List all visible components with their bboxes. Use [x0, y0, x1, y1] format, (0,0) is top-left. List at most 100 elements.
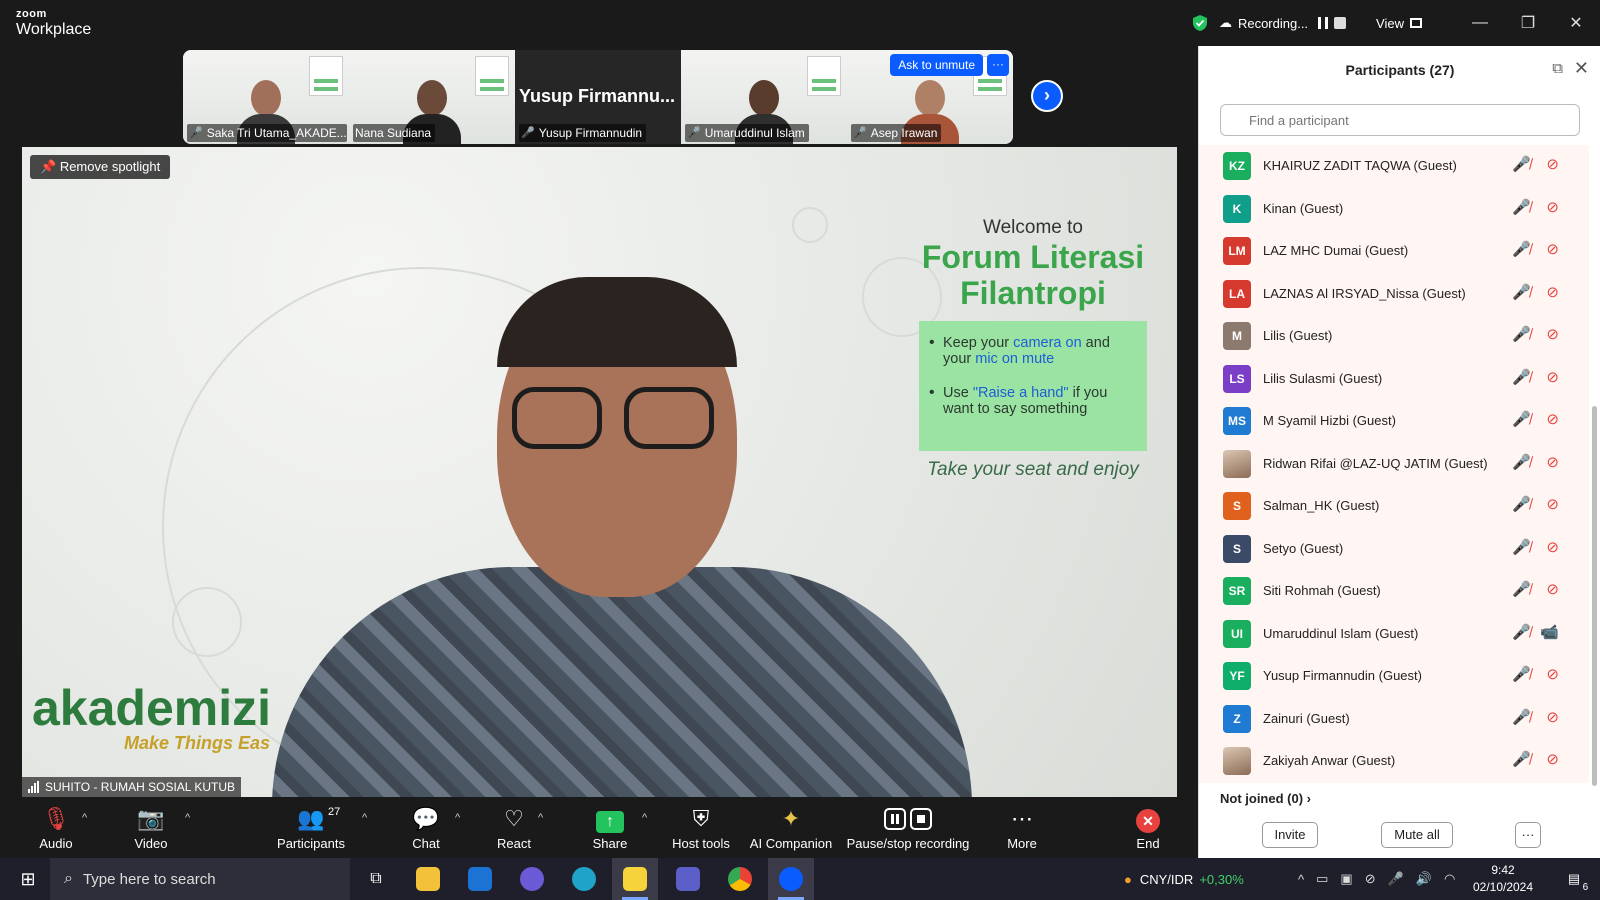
camera-on-icon[interactable]: 📹	[1540, 623, 1559, 641]
stop-recording-icon[interactable]	[1334, 17, 1347, 29]
pause-recording-icon[interactable]	[1318, 17, 1329, 29]
participant-row[interactable]: Zakiyah Anwar (Guest) 🎤̸ ⊘	[1199, 740, 1589, 783]
restore-button[interactable]: ❐	[1504, 0, 1552, 46]
wifi-icon[interactable]: ◠	[1444, 871, 1455, 887]
camera-off-icon[interactable]: ⊘	[1546, 325, 1559, 343]
video-button[interactable]: 📷 Video	[128, 804, 174, 856]
mic-muted-icon[interactable]: 🎤̸	[1512, 325, 1531, 343]
remove-spotlight-button[interactable]: 📌 Remove spotlight	[30, 155, 171, 179]
currency-widget[interactable]: ● CNY/IDR +0,30%	[1124, 858, 1244, 900]
camera-off-icon[interactable]: ⊘	[1546, 665, 1559, 683]
mic-muted-icon[interactable]: 🎤̸	[1512, 580, 1531, 598]
participant-row[interactable]: KZ KHAIRUZ ZADIT TAQWA (Guest) 🎤̸ ⊘	[1199, 145, 1589, 188]
encryption-shield-icon[interactable]	[1191, 14, 1209, 32]
camera-off-icon[interactable]: ⊘	[1546, 750, 1559, 768]
minimize-button[interactable]: —	[1456, 0, 1504, 46]
camera-off-icon[interactable]: ⊘	[1546, 580, 1559, 598]
participant-row[interactable]: Ridwan Rifai @LAZ-UQ JATIM (Guest) 🎤̸ ⊘	[1199, 442, 1589, 485]
mic-muted-icon[interactable]: 🎤̸	[1512, 453, 1531, 471]
mic-muted-icon[interactable]: 🎤̸	[1512, 708, 1531, 726]
camera-off-icon[interactable]: ⊘	[1546, 453, 1559, 471]
camera-off-icon[interactable]: ⊘	[1546, 410, 1559, 428]
video-thumbnail[interactable]: 🎤 Saka Tri Utama_AKADE...	[183, 50, 349, 144]
panel-more-button[interactable]: ···	[1515, 822, 1541, 848]
thumbnail-more-button[interactable]: ···	[987, 54, 1009, 76]
notifications-icon[interactable]: ▤ 6	[1556, 858, 1592, 900]
not-joined-section[interactable]: Not joined (0) ›	[1220, 791, 1311, 806]
participant-row[interactable]: UI Umaruddinul Islam (Guest) 🎤̸ 📹	[1199, 612, 1589, 655]
mic-muted-icon[interactable]: 🎤̸	[1512, 665, 1531, 683]
camera-off-icon[interactable]: ⊘	[1365, 871, 1376, 887]
task-view-icon[interactable]: ⧉	[358, 858, 394, 900]
participant-row[interactable]: K Kinan (Guest) 🎤̸ ⊘	[1199, 187, 1589, 230]
react-options-caret-icon[interactable]: ^	[538, 812, 543, 824]
mic-muted-icon[interactable]: 🎤̸	[1512, 538, 1531, 556]
video-thumbnail[interactable]: Nana Sudiana	[349, 50, 515, 144]
camera-off-icon[interactable]: ⊘	[1546, 708, 1559, 726]
more-button[interactable]: ⋯ More	[1002, 804, 1042, 856]
mic-muted-icon[interactable]: 🎤̸	[1512, 410, 1531, 428]
host-tools-button[interactable]: ⛨ Host tools	[670, 804, 732, 856]
copilot-icon[interactable]	[514, 858, 550, 900]
chat-button[interactable]: 💬 Chat	[408, 804, 444, 856]
mic-muted-icon[interactable]: 🎤̸	[1512, 283, 1531, 301]
mic-muted-icon[interactable]: 🎤̸	[1512, 750, 1531, 768]
camera-off-icon[interactable]: ⊘	[1546, 283, 1559, 301]
mic-muted-icon[interactable]: 🎤̸	[1512, 155, 1531, 173]
participant-row[interactable]: LM LAZ MHC Dumai (Guest) 🎤̸ ⊘	[1199, 230, 1589, 273]
camera-off-icon[interactable]: ⊘	[1546, 495, 1559, 513]
participant-row[interactable]: S Setyo (Guest) 🎤̸ ⊘	[1199, 527, 1589, 570]
chevron-up-icon[interactable]: ^	[1298, 872, 1304, 887]
camera-off-icon[interactable]: ⊘	[1546, 538, 1559, 556]
mic-muted-icon[interactable]: 🎤̸	[1512, 240, 1531, 258]
participant-row[interactable]: S Salman_HK (Guest) 🎤̸ ⊘	[1199, 485, 1589, 528]
participant-row[interactable]: SR Siti Rohmah (Guest) 🎤̸ ⊘	[1199, 570, 1589, 613]
chrome-icon[interactable]	[722, 858, 758, 900]
invite-button[interactable]: Invite	[1262, 822, 1318, 848]
device-icon[interactable]: ▣	[1340, 871, 1352, 887]
outlook-icon[interactable]	[462, 858, 498, 900]
popout-icon[interactable]: ⧉	[1552, 60, 1563, 77]
participant-row[interactable]: MS M Syamil Hizbi (Guest) 🎤̸ ⊘	[1199, 400, 1589, 443]
recording-indicator[interactable]: ☁ Recording...	[1219, 15, 1347, 31]
react-button[interactable]: ♡ React	[494, 804, 534, 856]
video-options-caret-icon[interactable]: ^	[185, 812, 190, 824]
mic-muted-icon[interactable]: 🎤̸	[1512, 495, 1531, 513]
ai-companion-button[interactable]: ✦ AI Companion	[748, 804, 834, 856]
mic-muted-icon[interactable]: 🎤̸	[1512, 198, 1531, 216]
close-panel-icon[interactable]: ✕	[1574, 58, 1589, 79]
participants-options-caret-icon[interactable]: ^	[362, 812, 367, 824]
next-page-arrow-icon[interactable]: ›	[1031, 80, 1063, 112]
battery-icon[interactable]: ▭	[1316, 871, 1328, 887]
audio-button[interactable]: 🎙 Audio	[34, 804, 78, 856]
teams-icon[interactable]	[670, 858, 706, 900]
zoom-taskbar-icon[interactable]	[768, 858, 814, 900]
mic-muted-icon[interactable]: 🎤̸	[1512, 623, 1531, 641]
view-button[interactable]: View	[1376, 16, 1422, 31]
participant-row[interactable]: LS Lilis Sulasmi (Guest) 🎤̸ ⊘	[1199, 357, 1589, 400]
camera-off-icon[interactable]: ⊘	[1546, 198, 1559, 216]
participant-row[interactable]: Z Zainuri (Guest) 🎤̸ ⊘	[1199, 697, 1589, 740]
mic-muted-icon[interactable]: 🎤̸	[1512, 368, 1531, 386]
file-explorer-icon[interactable]	[410, 858, 446, 900]
spotlight-video[interactable]: Welcome to Forum Literasi Filantropi Kee…	[22, 147, 1177, 797]
share-options-caret-icon[interactable]: ^	[642, 812, 647, 824]
video-thumbnail[interactable]: Ask to unmute ··· 🎤 Asep Irawan	[847, 50, 1013, 144]
participant-row[interactable]: YF Yusup Firmannudin (Guest) 🎤̸ ⊘	[1199, 655, 1589, 698]
camera-off-icon[interactable]: ⊘	[1546, 240, 1559, 258]
share-button[interactable]: ↑ Share	[590, 804, 630, 856]
edge-icon[interactable]	[566, 858, 602, 900]
volume-icon[interactable]: 🔊	[1416, 871, 1432, 887]
sticky-notes-icon[interactable]	[612, 858, 658, 900]
video-thumbnail[interactable]: 🎤 Umaruddinul Islam	[681, 50, 847, 144]
taskbar-clock[interactable]: 9:42 02/10/2024	[1468, 862, 1538, 896]
end-meeting-button[interactable]: ✕ End	[1130, 804, 1166, 856]
video-thumbnail[interactable]: Yusup Firmannu... 🎤 Yusup Firmannudin	[515, 50, 681, 144]
close-window-button[interactable]: ✕	[1552, 0, 1600, 46]
participant-search-input[interactable]	[1220, 104, 1580, 136]
participant-row[interactable]: LA LAZNAS Al IRSYAD_Nissa (Guest) 🎤̸ ⊘	[1199, 272, 1589, 315]
audio-options-caret-icon[interactable]: ^	[82, 812, 87, 824]
taskbar-search[interactable]: ⌕ Type here to search	[50, 858, 350, 900]
pause-stop-recording-button[interactable]: Pause/stop recording	[846, 804, 970, 856]
participant-row[interactable]: M Lilis (Guest) 🎤̸ ⊘	[1199, 315, 1589, 358]
